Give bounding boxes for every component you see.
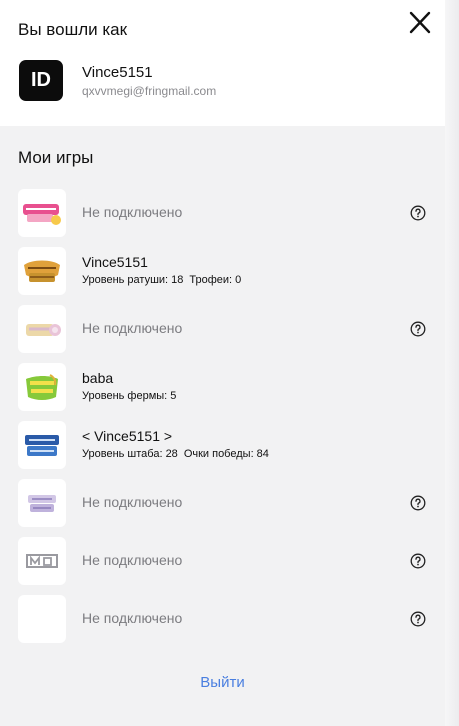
stat-hq-level: Уровень штаба: 28 — [82, 448, 178, 460]
game-row-clash-royale[interactable]: Не подключено — [18, 305, 430, 353]
close-icon — [409, 11, 431, 34]
help-icon[interactable] — [410, 205, 426, 221]
player-stats: Уровень ратуши: 18 Трофеи: 0 — [82, 274, 241, 286]
account-card — [0, 0, 445, 126]
hay-day-logo-icon — [18, 363, 66, 411]
player-name: baba — [82, 370, 114, 386]
stat-town-hall: Уровень ратуши: 18 — [82, 274, 184, 286]
game-status: Не подключено — [82, 610, 183, 626]
brawl-stars-logo-icon — [18, 189, 66, 237]
clash-royale-logo-icon — [18, 305, 66, 353]
stat-trophies: Трофеи: 0 — [189, 274, 242, 286]
help-icon[interactable] — [410, 553, 426, 569]
player-stats: Уровень штаба: 28 Очки победы: 84 — [82, 448, 269, 460]
game-status: Не подключено — [82, 494, 183, 510]
stat-farm-level: Уровень фермы: 5 — [82, 390, 177, 402]
logout-button[interactable]: Выйти — [0, 674, 445, 691]
account-email: qxvvmegi@fringmail.com — [82, 84, 217, 98]
help-icon[interactable] — [410, 321, 426, 337]
close-button[interactable] — [404, 10, 436, 38]
game-status: Не подключено — [82, 320, 183, 336]
account-username: Vince5151 — [82, 64, 153, 81]
game-row-hay-day[interactable]: baba Уровень фермы: 5 — [18, 363, 430, 411]
blank-game-icon — [18, 595, 66, 643]
help-icon[interactable] — [410, 495, 426, 511]
signed-in-label: Вы вошли как — [18, 20, 128, 39]
boom-beach-logo-icon — [18, 421, 66, 469]
player-name: < Vince5151 > — [82, 428, 173, 444]
stat-victory-points: Очки победы: 84 — [183, 448, 269, 460]
help-icon[interactable] — [410, 611, 426, 627]
avatar: ID — [19, 60, 63, 101]
game-row-mo-co[interactable]: Не подключено — [18, 537, 430, 585]
clash-of-clans-logo-icon — [18, 247, 66, 295]
avatar-text: ID — [31, 69, 51, 91]
player-name: Vince5151 — [82, 254, 148, 270]
squad-busters-logo-icon — [18, 479, 66, 527]
game-status: Не подключено — [82, 552, 183, 568]
side-shadow — [445, 0, 459, 726]
player-stats: Уровень фермы: 5 — [82, 390, 176, 402]
game-row-boom-beach[interactable]: < Vince5151 > Уровень штаба: 28 Очки побе… — [18, 421, 430, 469]
mo-co-logo-icon — [18, 537, 66, 585]
games-section-title: Мои игры — [18, 148, 94, 167]
game-row-unknown[interactable]: Не подключено — [18, 595, 430, 643]
game-row-brawl-stars[interactable]: Не подключено — [18, 189, 430, 237]
game-row-squad-busters[interactable]: Не подключено — [18, 479, 430, 527]
game-row-clash-of-clans[interactable]: Vince5151 Уровень ратуши: 18 Трофеи: 0 — [18, 247, 430, 295]
game-status: Не подключено — [82, 204, 183, 220]
